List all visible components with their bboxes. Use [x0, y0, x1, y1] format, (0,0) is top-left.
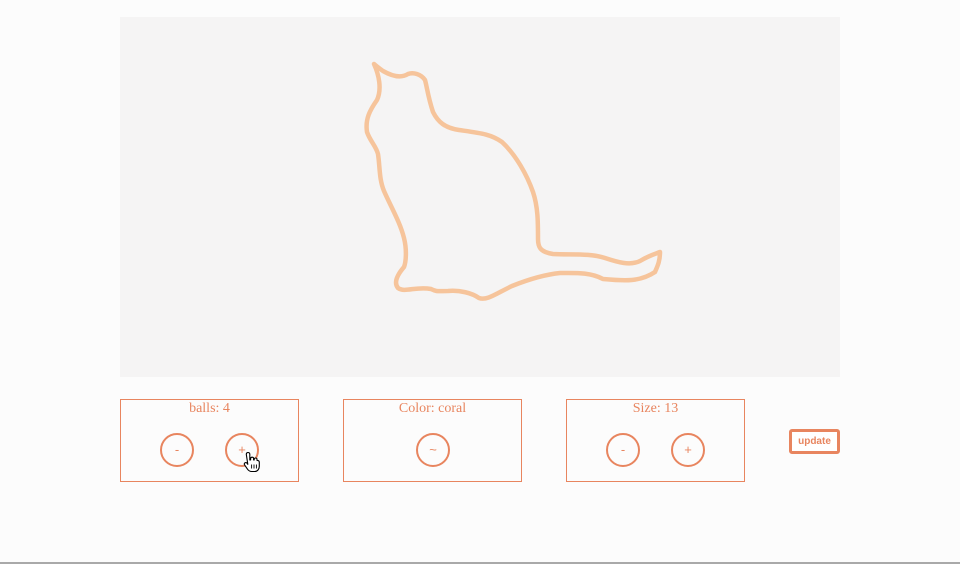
size-control-panel: Size: 13 - +	[566, 399, 745, 482]
increase-size-button[interactable]: +	[671, 433, 705, 467]
cat-outline	[364, 61, 663, 301]
update-button[interactable]: update	[789, 429, 840, 454]
drawing-canvas[interactable]	[120, 17, 840, 377]
hand-pointer-cursor-icon	[243, 451, 260, 473]
cycle-color-button[interactable]: ~	[416, 433, 450, 467]
balls-control-panel: balls: 4 - +	[120, 399, 299, 482]
color-label: Color: coral	[398, 401, 467, 416]
cat-silhouette-drawing	[364, 61, 663, 301]
decrease-balls-button[interactable]: -	[160, 433, 194, 467]
size-label: Size: 13	[632, 401, 679, 416]
color-control-panel: Color: coral ~	[343, 399, 522, 482]
balls-count-label: balls: 4	[189, 401, 230, 416]
decrease-size-button[interactable]: -	[606, 433, 640, 467]
